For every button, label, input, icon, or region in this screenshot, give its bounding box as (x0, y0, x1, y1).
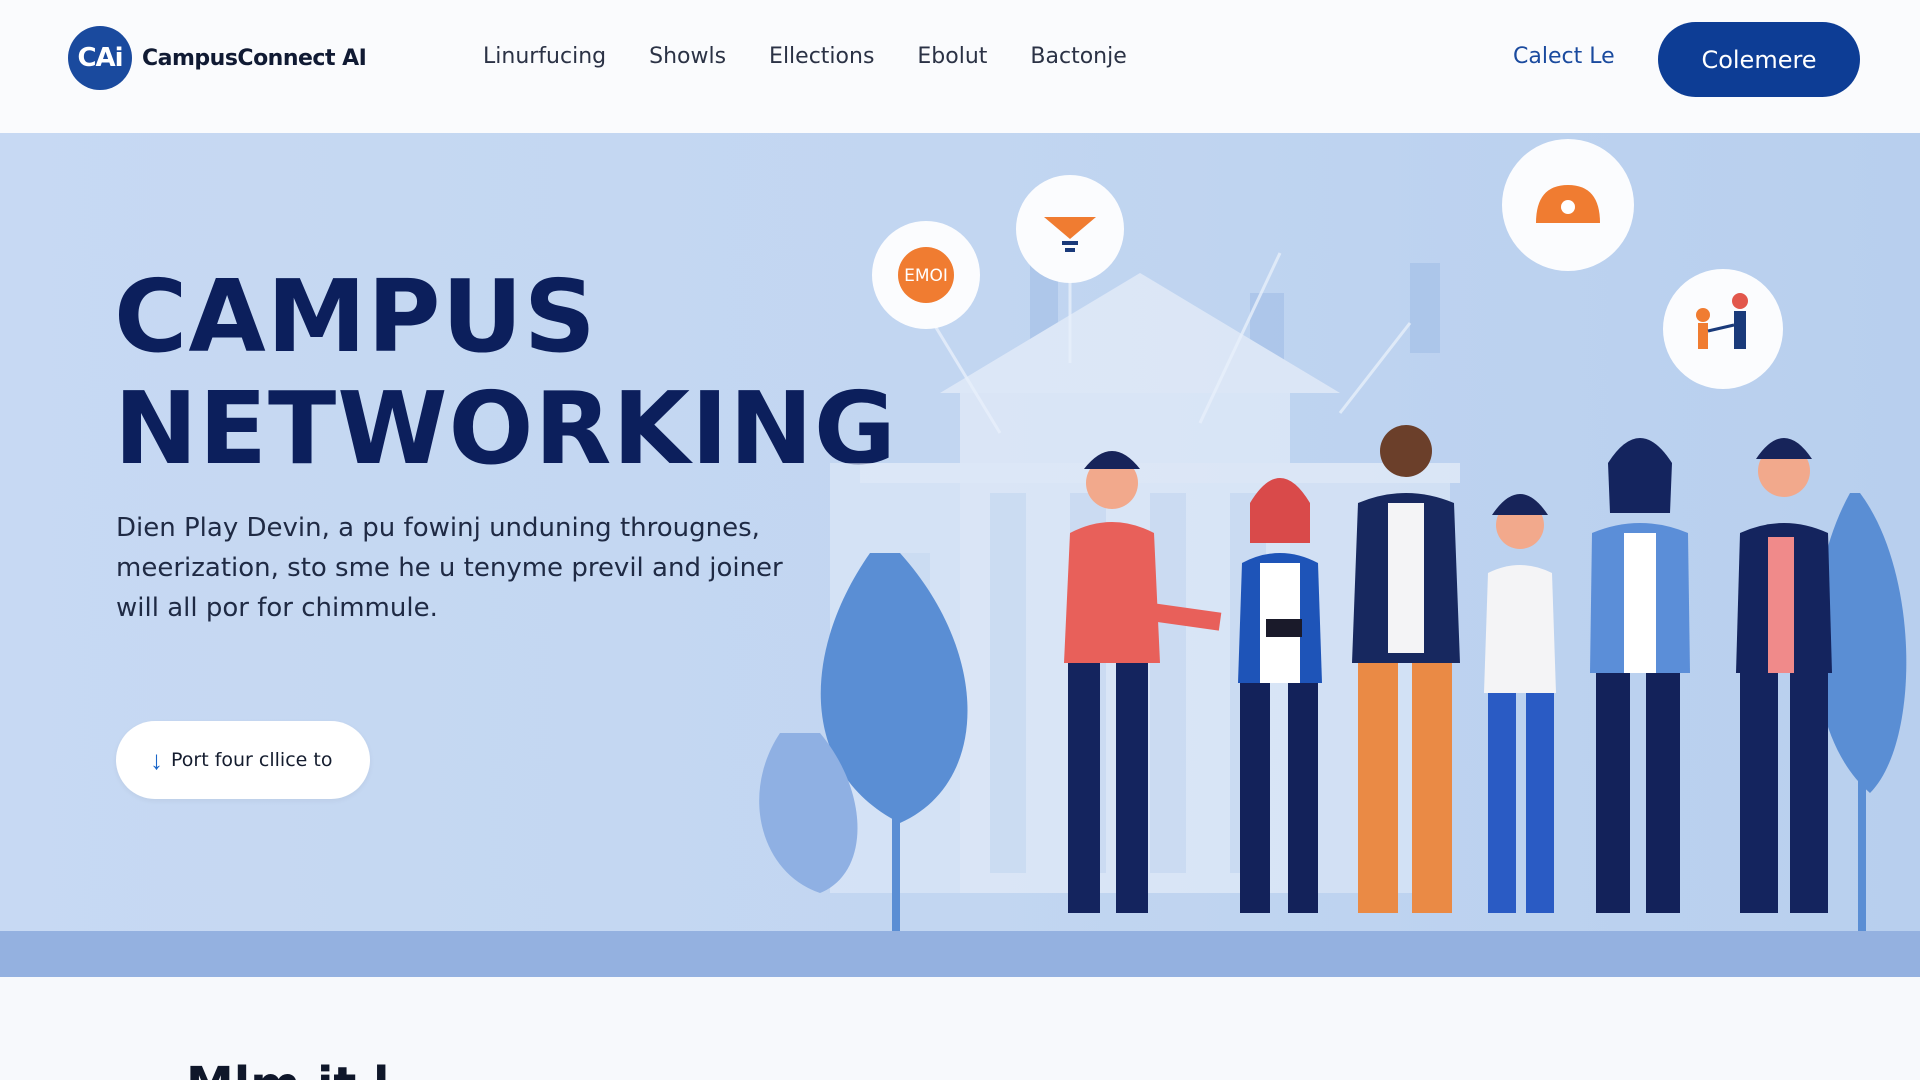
hero-illustration: EMOI (759, 139, 1907, 943)
emoji-badge-label: EMOI (904, 266, 948, 286)
hero-desc-line-2: meerization, sto sme he u tenyme previl … (116, 553, 783, 583)
main-nav: Linurfucing Showls Ellections Ebolut Bac… (483, 44, 1127, 69)
hero-desc-line-1: Dien Play Devin, a pu fowinj unduning th… (116, 513, 760, 543)
hero-floor (0, 931, 1920, 977)
arrow-down-icon: ↓ (150, 745, 163, 775)
logo-badge: CAi (68, 26, 132, 90)
hero-action-button[interactable]: ↓ Port four cllice to (116, 721, 370, 799)
nav-item-5[interactable]: Bactonje (1030, 44, 1126, 69)
emoji-badge-icon: EMOI (872, 221, 980, 329)
brand-logo[interactable]: CAi CampusConnect AI (68, 26, 367, 90)
location-pin-icon (1502, 139, 1634, 271)
hero-desc-line-3: will all por for chimmule. (116, 593, 438, 623)
people-handshake-icon (1663, 269, 1783, 389)
brand-name: CampusConnect AI (142, 45, 367, 71)
login-link[interactable]: Calect Le (1513, 44, 1615, 69)
site-header: CAi CampusConnect AI Linurfucing Showls … (0, 0, 1920, 133)
hero-section: CAMPUS NETWORKING Dien Play Devin, a pu … (0, 133, 1920, 977)
nav-item-1[interactable]: Linurfucing (483, 44, 606, 69)
hero-description: Dien Play Devin, a pu fowinj unduning th… (116, 508, 816, 628)
nav-item-4[interactable]: Ebolut (917, 44, 987, 69)
nav-item-2[interactable]: Showls (649, 44, 726, 69)
nav-item-3[interactable]: Ellections (769, 44, 874, 69)
funnel-icon (1016, 175, 1124, 283)
header-cta-button[interactable]: Colemere (1658, 22, 1860, 97)
next-section: Mlm it l (0, 977, 1920, 1080)
next-section-heading: Mlm it l (186, 1057, 390, 1080)
hero-action-label: Port four cllice to (171, 749, 333, 771)
